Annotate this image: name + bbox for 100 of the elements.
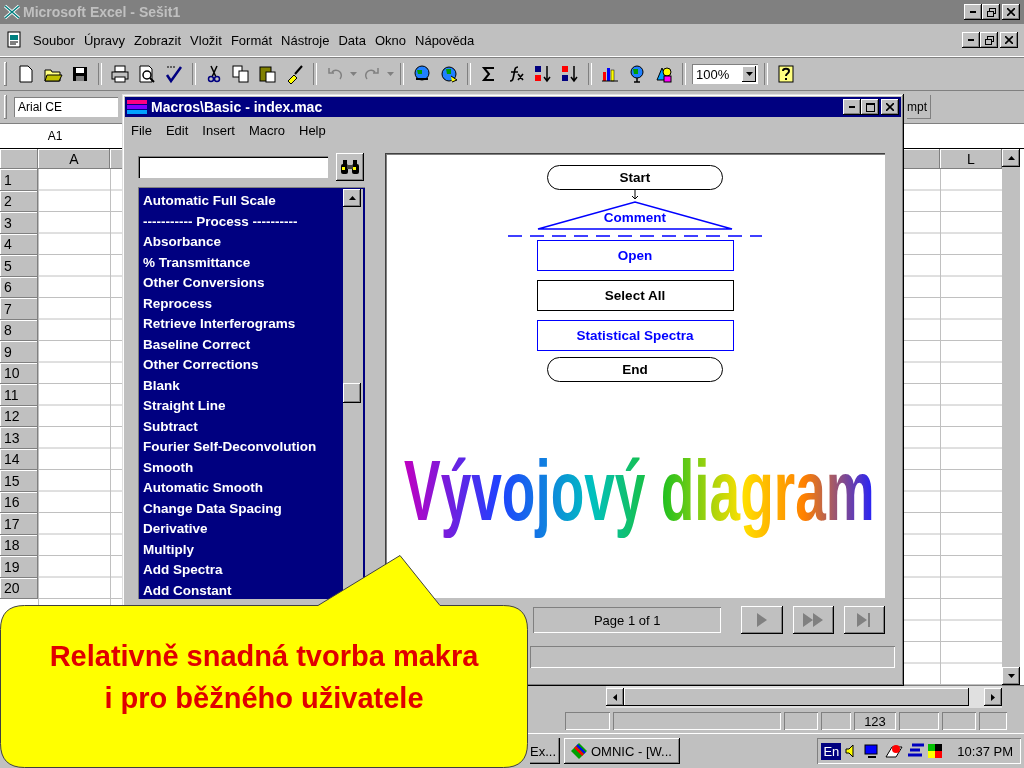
- wordart-title: Vývojový diagram: [402, 446, 886, 546]
- row-header[interactable]: 20: [0, 577, 38, 599]
- menu-item[interactable]: Úpravy: [83, 32, 126, 48]
- printer-icon[interactable]: [108, 62, 132, 86]
- close-button[interactable]: [1002, 4, 1020, 20]
- column-header[interactable]: [902, 149, 940, 169]
- right-arrow-icon: [991, 693, 995, 701]
- step-node[interactable]: Select All: [536, 280, 734, 311]
- font-field[interactable]: Arial CE: [14, 97, 118, 117]
- close-button[interactable]: [881, 99, 899, 115]
- row-header[interactable]: 18: [0, 534, 38, 556]
- list-item[interactable]: Derivative: [143, 519, 343, 540]
- list-item[interactable]: Multiply: [143, 539, 343, 560]
- toolbar-grip[interactable]: [4, 62, 7, 86]
- menu-item[interactable]: Okno: [374, 32, 406, 48]
- menu-item[interactable]: Nápověda: [415, 32, 475, 48]
- menu-item[interactable]: Soubor: [33, 32, 75, 48]
- menu-item[interactable]: Formát: [230, 32, 273, 48]
- taskbar-button[interactable]: Ex...: [530, 738, 560, 764]
- restore-icon: [986, 7, 996, 17]
- minimize-button[interactable]: [964, 4, 982, 20]
- list-item[interactable]: Baseline Correct: [143, 334, 343, 355]
- fast-forward-button[interactable]: [792, 606, 834, 634]
- list-item[interactable]: Automatic Full Scale: [143, 191, 343, 212]
- list-item[interactable]: Add Constant: [143, 580, 343, 599]
- last-page-button[interactable]: [843, 606, 885, 634]
- step-node[interactable]: Open: [536, 240, 734, 271]
- step-node[interactable]: Statistical Spectra: [536, 320, 734, 351]
- row-header[interactable]: 2: [0, 190, 38, 212]
- close-button[interactable]: [1000, 32, 1018, 48]
- row-header[interactable]: 13: [0, 427, 38, 449]
- document-icon[interactable]: [6, 31, 24, 49]
- row-header[interactable]: 14: [0, 448, 38, 470]
- list-item[interactable]: % Transmittance: [143, 252, 343, 273]
- row-header[interactable]: 4: [0, 233, 38, 255]
- down-arrow-icon: [745, 72, 753, 76]
- list-item[interactable]: Absorbance: [143, 232, 343, 253]
- select-all-corner[interactable]: [0, 149, 38, 169]
- scroll-thumb[interactable]: [343, 383, 361, 403]
- row-header[interactable]: 7: [0, 298, 38, 320]
- next-button[interactable]: [741, 606, 783, 634]
- menu-item[interactable]: Macro: [248, 122, 285, 138]
- list-item[interactable]: Fourier Self-Deconvolution: [143, 437, 343, 458]
- status-field: [565, 712, 610, 730]
- column-header[interactable]: A: [38, 149, 110, 169]
- row-header[interactable]: 1: [0, 169, 38, 191]
- menu-item[interactable]: Vložit: [190, 32, 222, 48]
- zoom-dropdown[interactable]: 100%: [692, 64, 758, 84]
- horizontal-scrollbar[interactable]: [606, 686, 1002, 708]
- row-header[interactable]: 16: [0, 491, 38, 513]
- menu-item[interactable]: Nástroje: [281, 32, 330, 48]
- list-item[interactable]: Straight Line: [143, 396, 343, 417]
- list-item[interactable]: ----------- Process ----------: [143, 211, 343, 232]
- vertical-scrollbar[interactable]: [1002, 149, 1020, 685]
- close-icon: [1005, 36, 1013, 44]
- list-item[interactable]: Smooth: [143, 457, 343, 478]
- list-item[interactable]: Retrieve Interferograms: [143, 314, 343, 335]
- restore-button[interactable]: [980, 32, 998, 48]
- maximize-button[interactable]: [861, 99, 879, 115]
- menu-item[interactable]: Zobrazit: [134, 32, 182, 48]
- restore-button[interactable]: [982, 4, 1000, 20]
- list-item[interactable]: Blank: [143, 375, 343, 396]
- row-header[interactable]: 17: [0, 513, 38, 535]
- list-item[interactable]: Subtract: [143, 416, 343, 437]
- toolbar-grip[interactable]: [4, 95, 7, 119]
- minimize-button[interactable]: [962, 32, 980, 48]
- diamond-stripes-icon: [570, 742, 588, 760]
- row-header[interactable]: 19: [0, 556, 38, 578]
- find-button[interactable]: [336, 153, 364, 181]
- row-header[interactable]: 15: [0, 470, 38, 492]
- menu-item[interactable]: Insert: [202, 122, 235, 138]
- menu-item[interactable]: Help: [299, 122, 326, 138]
- row-header[interactable]: 5: [0, 255, 38, 277]
- row-header[interactable]: 10: [0, 362, 38, 384]
- row-header[interactable]: 8: [0, 319, 38, 341]
- taskbar-button[interactable]: OMNIC - [W...: [564, 738, 680, 764]
- list-item[interactable]: Reprocess: [143, 293, 343, 314]
- search-field[interactable]: [138, 156, 328, 178]
- list-item[interactable]: Other Conversions: [143, 273, 343, 294]
- binoculars-icon: [340, 159, 360, 175]
- toolbar-button[interactable]: mpt: [907, 95, 931, 119]
- list-item[interactable]: Add Spectra: [143, 560, 343, 581]
- menu-item[interactable]: Data: [338, 32, 366, 48]
- minimize-button[interactable]: [843, 99, 861, 115]
- status-field: [784, 712, 818, 730]
- row-header[interactable]: 9: [0, 341, 38, 363]
- row-header[interactable]: 6: [0, 276, 38, 298]
- menu-item[interactable]: File: [131, 122, 152, 138]
- list-item[interactable]: Other Corrections: [143, 355, 343, 376]
- menu-item[interactable]: Edit: [165, 122, 189, 138]
- list-item[interactable]: Automatic Smooth: [143, 478, 343, 499]
- language-indicator[interactable]: En: [821, 742, 842, 760]
- row-header[interactable]: 3: [0, 212, 38, 234]
- row-header[interactable]: 11: [0, 384, 38, 406]
- column-header[interactable]: L: [940, 149, 1002, 169]
- list-item[interactable]: Change Data Spacing: [143, 498, 343, 519]
- flag-icon[interactable]: [928, 744, 943, 758]
- row-header[interactable]: 12: [0, 405, 38, 427]
- slanted-lines-icon[interactable]: [907, 743, 926, 759]
- comment-node[interactable]: Comment: [536, 200, 734, 230]
